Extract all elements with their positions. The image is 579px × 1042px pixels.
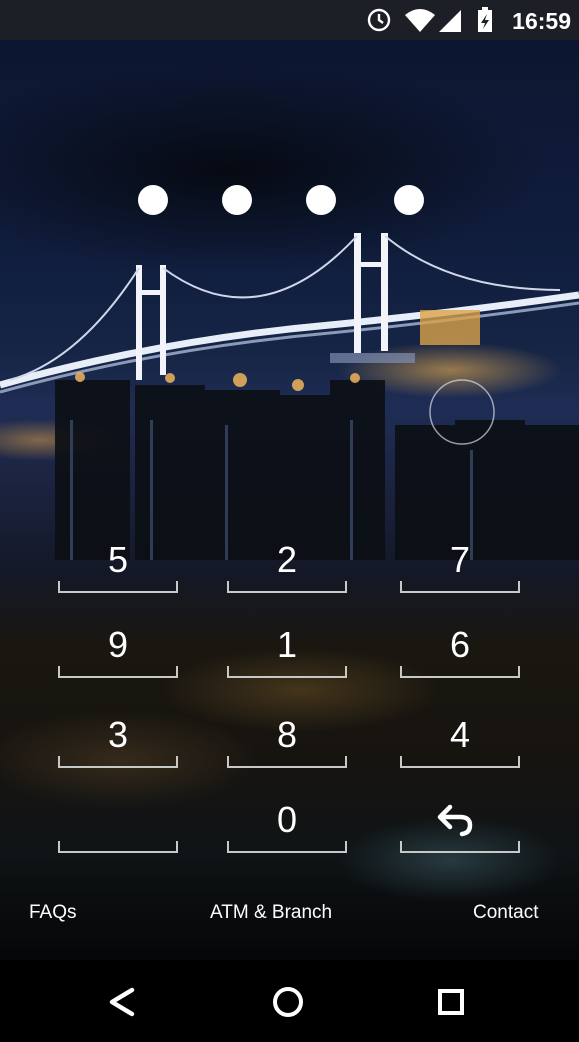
keypad-key[interactable]: 9	[58, 620, 178, 680]
keypad-key[interactable]: 3	[58, 710, 178, 770]
key-underline	[58, 581, 178, 593]
key-underline	[58, 841, 178, 853]
signal-icon	[439, 10, 461, 32]
key-underline	[227, 581, 347, 593]
keypad-key[interactable]: 1	[227, 620, 347, 680]
status-icons	[367, 7, 492, 32]
key-digit: 2	[276, 539, 298, 580]
faqs-link[interactable]: FAQs	[29, 902, 77, 924]
alarm-icon	[367, 8, 391, 32]
contact-link[interactable]: Contact	[473, 902, 538, 924]
keypad-key[interactable]: 0	[227, 795, 347, 855]
key-underline	[227, 666, 347, 678]
wifi-icon	[405, 9, 435, 32]
key-digit: 4	[449, 714, 471, 755]
status-bar: 16:59	[0, 0, 579, 40]
keypad-key-empty	[58, 795, 178, 855]
backspace-button[interactable]	[400, 795, 520, 855]
key-underline	[227, 841, 347, 853]
status-time: 16:59	[512, 8, 571, 34]
key-digit: 6	[449, 624, 471, 665]
key-digit: 3	[107, 714, 129, 755]
key-underline	[400, 581, 520, 593]
undo-arrow-icon	[437, 804, 473, 837]
battery-charging-icon	[478, 7, 492, 32]
key-underline	[58, 666, 178, 678]
keypad-key[interactable]: 5	[58, 535, 178, 595]
navigation-bar	[0, 960, 579, 1042]
pin-dot-2	[222, 185, 252, 215]
pin-dot-4	[394, 185, 424, 215]
key-digit: 5	[107, 539, 129, 580]
lock-screen: 16:59 5 2 7 9 1 6 3 8 4 0 FAQs ATM & Bra…	[0, 0, 579, 1042]
key-digit: 0	[276, 799, 298, 840]
key-digit: 8	[276, 714, 298, 755]
key-underline	[400, 666, 520, 678]
atm-branch-link[interactable]: ATM & Branch	[210, 902, 332, 924]
keypad-key[interactable]: 7	[400, 535, 520, 595]
key-digit: 7	[449, 539, 471, 580]
bridge-illustration	[0, 233, 579, 560]
key-underline	[58, 756, 178, 768]
home-circle-icon[interactable]	[264, 978, 312, 1026]
keypad-key[interactable]: 4	[400, 710, 520, 770]
keypad-key[interactable]: 2	[227, 535, 347, 595]
key-underline	[400, 756, 520, 768]
pin-dot-1	[138, 185, 168, 215]
key-underline	[227, 756, 347, 768]
keypad-key[interactable]: 8	[227, 710, 347, 770]
recents-square-icon[interactable]	[427, 978, 475, 1026]
keypad-key[interactable]: 6	[400, 620, 520, 680]
key-digit: 1	[276, 624, 298, 665]
back-triangle-icon[interactable]	[98, 978, 146, 1026]
key-underline	[400, 841, 520, 853]
key-digit: 9	[107, 624, 129, 665]
pin-dot-3	[306, 185, 336, 215]
